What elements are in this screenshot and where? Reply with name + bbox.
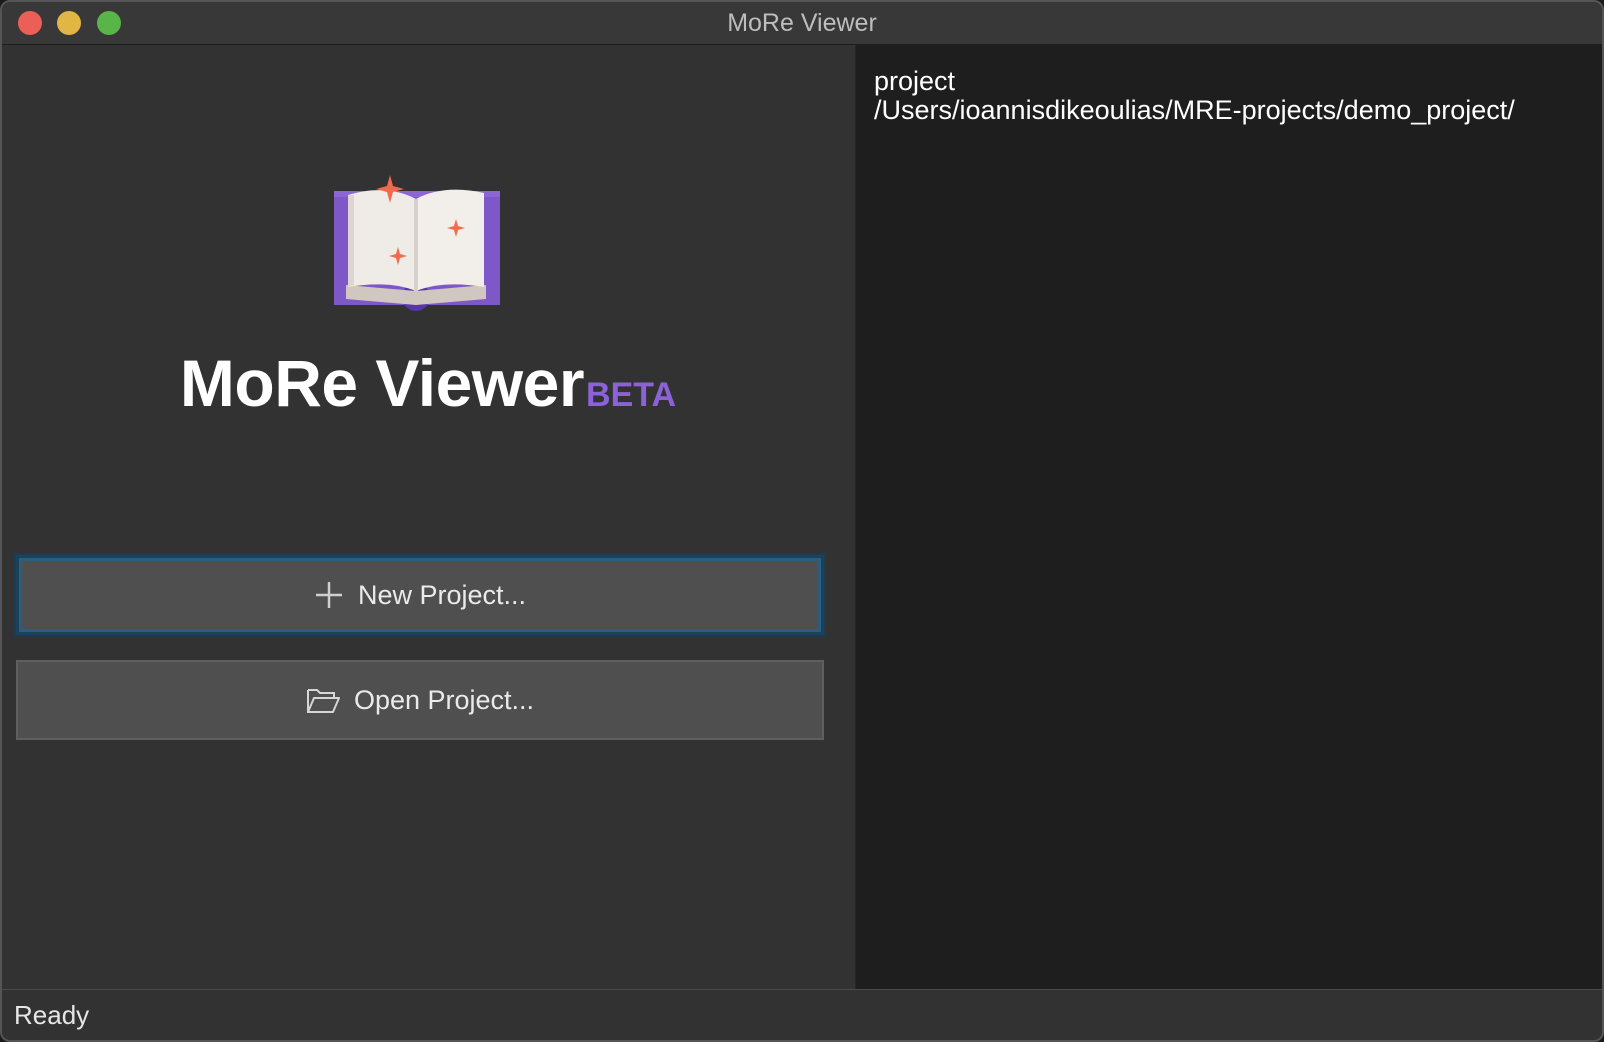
app-title: MoRe ViewerBETA [2, 345, 854, 421]
open-book-icon [334, 175, 500, 311]
title-bar[interactable]: MoRe Viewer [2, 2, 1602, 45]
open-project-button[interactable]: Open Project... [16, 660, 824, 740]
plus-icon [314, 580, 344, 610]
status-bar: Ready [2, 989, 1602, 1040]
open-project-label: Open Project... [353, 684, 535, 715]
app-name: MoRe Viewer [179, 346, 585, 420]
beta-badge: BETA [586, 376, 677, 414]
new-project-button[interactable]: New Project... [16, 555, 824, 635]
welcome-panel: MoRe ViewerBETA New Project... Open Proj… [2, 45, 854, 992]
app-window: MoRe Viewer MoRe ViewerBETA New Project.… [0, 0, 1604, 1042]
status-text: Ready [14, 1000, 90, 1030]
folder-icon [306, 686, 340, 714]
project-name: project [874, 66, 956, 96]
list-item[interactable]: project /Users/ioannisdikeoulias/MRE-pro… [874, 67, 1515, 125]
new-project-label: New Project... [357, 579, 527, 610]
recent-projects-panel: project /Users/ioannisdikeoulias/MRE-pro… [855, 45, 1602, 992]
window-title: MoRe Viewer [727, 9, 877, 37]
project-path: /Users/ioannisdikeoulias/MRE-projects/de… [874, 95, 1515, 125]
recent-projects-list: project /Users/ioannisdikeoulias/MRE-pro… [874, 67, 1515, 125]
